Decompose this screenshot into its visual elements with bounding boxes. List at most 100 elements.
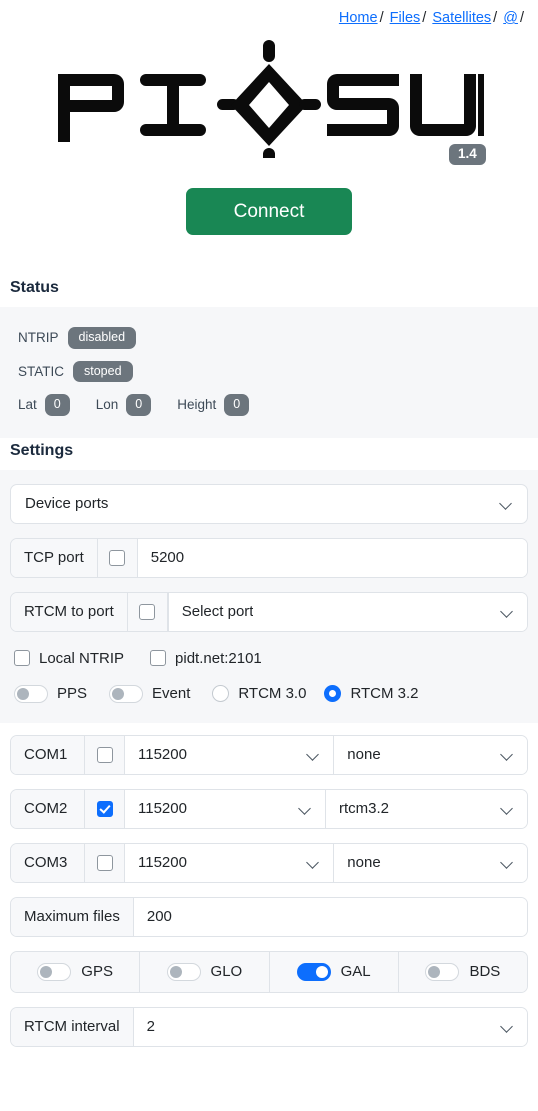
com1-protocol-select[interactable]: none bbox=[333, 735, 527, 774]
com3-baud-value: 115200 bbox=[138, 854, 187, 871]
com3-baud-select[interactable]: 115200 bbox=[125, 843, 334, 882]
rtcm30-radio[interactable] bbox=[212, 685, 230, 702]
tcp-port-checkbox-cell[interactable] bbox=[97, 538, 138, 577]
ntrip-host-option[interactable]: pidt.net:2101 bbox=[150, 650, 262, 667]
app-logo: 1.4 bbox=[0, 30, 538, 165]
maximum-files-group: Maximum files 200 bbox=[10, 896, 528, 937]
nav-link-account[interactable]: @ bbox=[503, 10, 518, 26]
gnss-gal-toggle-cell[interactable]: GAL bbox=[269, 951, 399, 992]
chevron-down-icon bbox=[501, 856, 514, 869]
com3-protocol-select[interactable]: none bbox=[333, 843, 527, 882]
gnss-gps-toggle-cell[interactable]: GPS bbox=[11, 951, 141, 992]
signal-options-row: PPS Event RTCM 3.0 RTCM 3.2 bbox=[10, 683, 528, 703]
static-label: STATIC bbox=[18, 363, 64, 379]
gps-label: GPS bbox=[81, 963, 113, 980]
coord-height: Height 0 bbox=[177, 394, 250, 416]
rtcm-to-port-label: RTCM to port bbox=[11, 592, 128, 631]
maximum-files-label: Maximum files bbox=[11, 897, 134, 936]
rtcm30-label: RTCM 3.0 bbox=[238, 685, 307, 702]
tcp-port-label: TCP port bbox=[11, 538, 98, 577]
com-port-row: COM1 115200 none bbox=[10, 734, 528, 775]
lon-label: Lon bbox=[95, 397, 119, 413]
com2-label: COM2 bbox=[11, 789, 85, 828]
rtcm32-option[interactable]: RTCM 3.2 bbox=[324, 685, 419, 702]
rtcm-interval-label: RTCM interval bbox=[11, 1007, 134, 1046]
rtcm32-label: RTCM 3.2 bbox=[350, 685, 419, 702]
pps-option[interactable]: PPS bbox=[14, 684, 87, 703]
settings-heading: Settings bbox=[0, 437, 538, 470]
lon-value: 0 bbox=[126, 394, 152, 416]
com1-baud-value: 115200 bbox=[138, 746, 187, 763]
gnss-constellation-bar: GPS GLO GAL BDS bbox=[10, 950, 528, 993]
status-heading: Status bbox=[0, 275, 538, 307]
rtcm-interval-select[interactable]: 2 bbox=[133, 1007, 527, 1046]
lat-label: Lat bbox=[18, 397, 37, 413]
nav-separator: / bbox=[379, 10, 384, 26]
com1-checkbox[interactable] bbox=[96, 746, 113, 763]
com2-baud-value: 115200 bbox=[138, 800, 187, 817]
glo-toggle[interactable] bbox=[166, 962, 201, 981]
coord-lat: Lat 0 bbox=[18, 394, 70, 416]
nav-separator: / bbox=[422, 10, 427, 26]
gps-toggle[interactable] bbox=[37, 962, 72, 981]
settings-panel-ports: COM1 115200 none COM2 115200 rtcm3.2 COM… bbox=[0, 722, 538, 1059]
event-option[interactable]: Event bbox=[109, 684, 190, 703]
nav-link-satellites[interactable]: Satellites bbox=[432, 10, 491, 26]
com2-checkbox[interactable] bbox=[96, 800, 113, 817]
com-port-row: COM2 115200 rtcm3.2 bbox=[10, 788, 528, 829]
chevron-down-icon bbox=[501, 748, 514, 761]
event-toggle[interactable] bbox=[109, 684, 144, 703]
chevron-down-icon bbox=[501, 1020, 514, 1033]
rtcm-interval-group: RTCM interval 2 bbox=[10, 1006, 528, 1047]
com3-checkbox[interactable] bbox=[96, 854, 113, 871]
rtcm30-option[interactable]: RTCM 3.0 bbox=[212, 685, 306, 702]
gal-label: GAL bbox=[340, 963, 371, 980]
com1-protocol-value: none bbox=[347, 746, 381, 763]
chevron-down-icon bbox=[307, 748, 320, 761]
chevron-down-icon bbox=[500, 497, 513, 510]
com1-label: COM1 bbox=[11, 735, 85, 774]
nav-separator: / bbox=[519, 10, 524, 26]
local-ntrip-option[interactable]: Local NTRIP bbox=[14, 650, 124, 667]
device-ports-select[interactable]: Device ports bbox=[10, 483, 528, 524]
nav-link-files[interactable]: Files bbox=[390, 10, 421, 26]
com2-baud-select[interactable]: 115200 bbox=[125, 789, 325, 828]
pps-toggle[interactable] bbox=[14, 684, 48, 703]
rtcm-to-port-checkbox-cell[interactable] bbox=[127, 592, 168, 631]
ntrip-host-checkbox[interactable] bbox=[150, 650, 167, 666]
rtcm-to-port-group: RTCM to port Select port bbox=[10, 591, 528, 632]
nav-link-home[interactable]: Home bbox=[339, 10, 378, 26]
height-label: Height bbox=[177, 397, 217, 413]
rtcm-to-port-checkbox[interactable] bbox=[139, 603, 156, 620]
com1-baud-select[interactable]: 115200 bbox=[125, 735, 334, 774]
com3-checkbox-cell[interactable] bbox=[85, 843, 125, 882]
glo-label: GLO bbox=[210, 963, 243, 980]
ntrip-options-row: Local NTRIP pidt.net:2101 bbox=[10, 648, 528, 667]
maximum-files-input[interactable]: 200 bbox=[133, 897, 527, 936]
chevron-down-icon bbox=[307, 856, 320, 869]
connect-button[interactable]: Connect bbox=[185, 188, 353, 235]
status-row-coordinates: Lat 0 Lon 0 Height 0 bbox=[10, 388, 528, 422]
com1-checkbox-cell[interactable] bbox=[85, 735, 125, 774]
gnss-bds-toggle-cell[interactable]: BDS bbox=[398, 951, 527, 992]
status-row-static: STATIC stoped bbox=[10, 355, 528, 389]
bds-toggle[interactable] bbox=[425, 962, 460, 981]
tcp-port-checkbox[interactable] bbox=[109, 549, 126, 566]
gal-toggle[interactable] bbox=[296, 962, 331, 981]
ntrip-status-badge: disabled bbox=[67, 327, 137, 349]
com2-checkbox-cell[interactable] bbox=[85, 789, 125, 828]
status-panel: NTRIP disabled STATIC stoped Lat 0 Lon 0… bbox=[0, 307, 538, 438]
settings-panel-top: Device ports TCP port 5200 RTCM to port … bbox=[0, 469, 538, 723]
tcp-port-group: TCP port 5200 bbox=[10, 537, 528, 578]
com-port-row: COM3 115200 none bbox=[10, 842, 528, 883]
chevron-down-icon bbox=[299, 802, 312, 815]
rtcm-to-port-select[interactable]: Select port bbox=[167, 592, 527, 631]
rtcm32-radio[interactable] bbox=[324, 685, 342, 702]
com2-protocol-select[interactable]: rtcm3.2 bbox=[324, 789, 527, 828]
height-value: 0 bbox=[224, 394, 250, 416]
tcp-port-input[interactable]: 5200 bbox=[137, 538, 527, 577]
version-badge: 1.4 bbox=[449, 144, 486, 165]
rtcm-to-port-value: Select port bbox=[181, 603, 254, 620]
gnss-glo-toggle-cell[interactable]: GLO bbox=[140, 951, 270, 992]
local-ntrip-checkbox[interactable] bbox=[14, 650, 30, 666]
